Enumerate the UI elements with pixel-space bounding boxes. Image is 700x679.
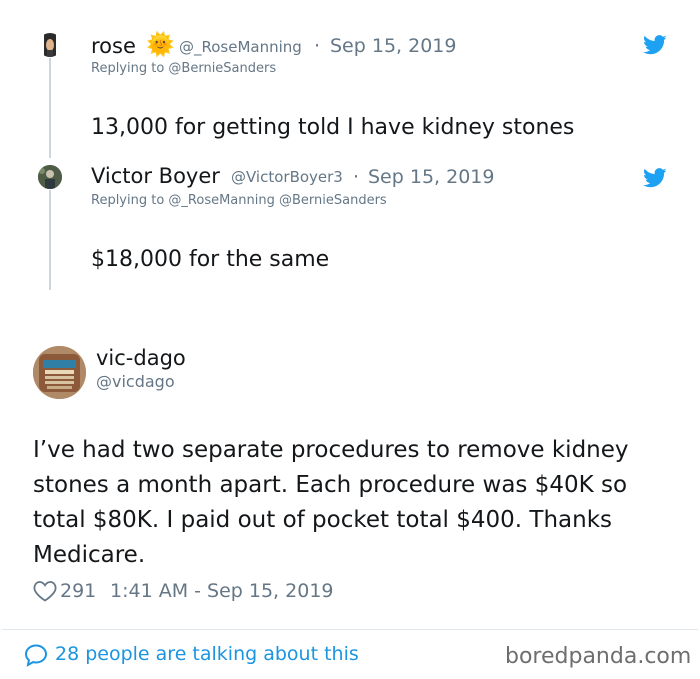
separator-dot: · <box>314 35 321 57</box>
avatar[interactable] <box>38 165 62 189</box>
tweet-text-line: Medicare. <box>33 542 146 568</box>
twitter-bird-icon[interactable] <box>643 35 667 55</box>
thread-line-2 <box>49 190 51 290</box>
reply-author-name[interactable]: rose <box>91 34 136 58</box>
separator-dot: · <box>353 166 360 188</box>
replying-to[interactable]: Replying to @_RoseManning @BernieSanders <box>91 193 387 208</box>
heart-icon <box>33 581 57 602</box>
reply-author-handle[interactable]: @_RoseManning <box>179 38 302 56</box>
thread-line-1 <box>49 58 51 158</box>
like-button[interactable] <box>33 580 57 602</box>
avatar[interactable] <box>38 33 62 57</box>
avatar[interactable] <box>33 346 86 399</box>
sun-emoji: 🌞 <box>146 32 175 58</box>
reply-author-name[interactable]: Victor Boyer <box>91 164 220 188</box>
watermark: boredpanda.com <box>505 644 692 669</box>
tweet-author-handle[interactable]: @vicdago <box>96 372 175 391</box>
reply-text: 13,000 for getting told I have kidney st… <box>91 115 575 140</box>
like-count[interactable]: 291 <box>60 580 96 602</box>
tweet-text-line: total $80K. I paid out of pocket total $… <box>33 507 613 533</box>
twitter-bird-icon[interactable] <box>643 168 667 188</box>
reply-date[interactable]: Sep 15, 2019 <box>330 35 456 57</box>
replying-to[interactable]: Replying to @BernieSanders <box>91 61 276 76</box>
reply-text: $18,000 for the same <box>91 247 330 272</box>
tweet-timestamp[interactable]: 1:41 AM - Sep 15, 2019 <box>110 580 334 602</box>
speech-bubble-icon[interactable] <box>24 643 48 667</box>
conversation-link[interactable]: 28 people are talking about this <box>55 643 359 665</box>
tweet-text-line: stones a month apart. Each procedure was… <box>33 472 628 498</box>
reply-author-handle[interactable]: @VictorBoyer3 <box>231 168 343 186</box>
tweet-text-line: I’ve had two separate procedures to remo… <box>33 437 629 463</box>
footer-divider <box>2 629 698 630</box>
tweet-author-name[interactable]: vic-dago <box>96 346 186 370</box>
reply-date[interactable]: Sep 15, 2019 <box>368 166 494 188</box>
tweet-text: I’ve had two separate procedures to remo… <box>33 433 683 573</box>
